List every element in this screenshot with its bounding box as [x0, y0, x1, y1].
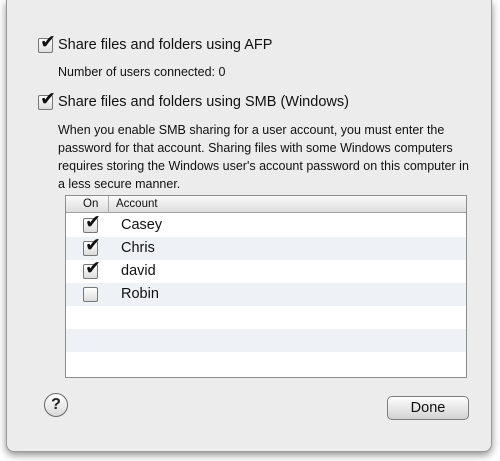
- account-name: Robin: [121, 286, 159, 302]
- column-header-account[interactable]: Account: [116, 198, 158, 210]
- account-on-checkbox[interactable]: [83, 287, 98, 302]
- help-button[interactable]: ?: [44, 393, 68, 417]
- checkmark-icon: ✔: [85, 234, 101, 256]
- table-header: On Account: [66, 196, 466, 213]
- account-name: Casey: [121, 217, 163, 233]
- account-on-checkbox[interactable]: ✔: [83, 236, 101, 256]
- smb-checkbox[interactable]: ✔: [38, 90, 56, 110]
- table-row[interactable]: Robin: [66, 283, 466, 306]
- smb-label[interactable]: Share files and folders using SMB (Windo…: [58, 94, 349, 110]
- done-button[interactable]: Done: [387, 396, 469, 420]
- smb-description: When you enable SMB sharing for a user a…: [58, 123, 469, 191]
- checkmark-icon: ✔: [40, 88, 56, 110]
- checkmark-icon: ✔: [40, 31, 56, 53]
- checkmark-icon: ✔: [85, 257, 101, 279]
- table-row[interactable]: ✔ Casey: [66, 213, 466, 237]
- table-row[interactable]: ✔ Chris: [66, 236, 466, 260]
- account-on-checkbox[interactable]: ✔: [83, 213, 101, 233]
- account-on-checkbox[interactable]: ✔: [83, 259, 101, 279]
- question-mark-icon: ?: [51, 396, 61, 413]
- afp-checkbox[interactable]: ✔: [38, 33, 56, 53]
- account-name: david: [121, 263, 156, 279]
- accounts-table: On Account ✔ Casey ✔ Chris ✔ david Robin: [65, 195, 467, 378]
- empty-table-row: [66, 306, 466, 329]
- afp-label[interactable]: Share files and folders using AFP: [58, 37, 272, 53]
- column-divider: [108, 196, 109, 213]
- empty-table-row: [66, 352, 466, 375]
- empty-table-row: [66, 329, 466, 352]
- smb-options-sheet: ✔ Share files and folders using AFP Numb…: [6, 0, 492, 452]
- afp-users-connected: Number of users connected: 0: [58, 65, 226, 79]
- table-row[interactable]: ✔ david: [66, 259, 466, 283]
- account-name: Chris: [121, 240, 155, 256]
- checkmark-icon: ✔: [85, 211, 101, 233]
- column-header-on[interactable]: On: [83, 198, 98, 210]
